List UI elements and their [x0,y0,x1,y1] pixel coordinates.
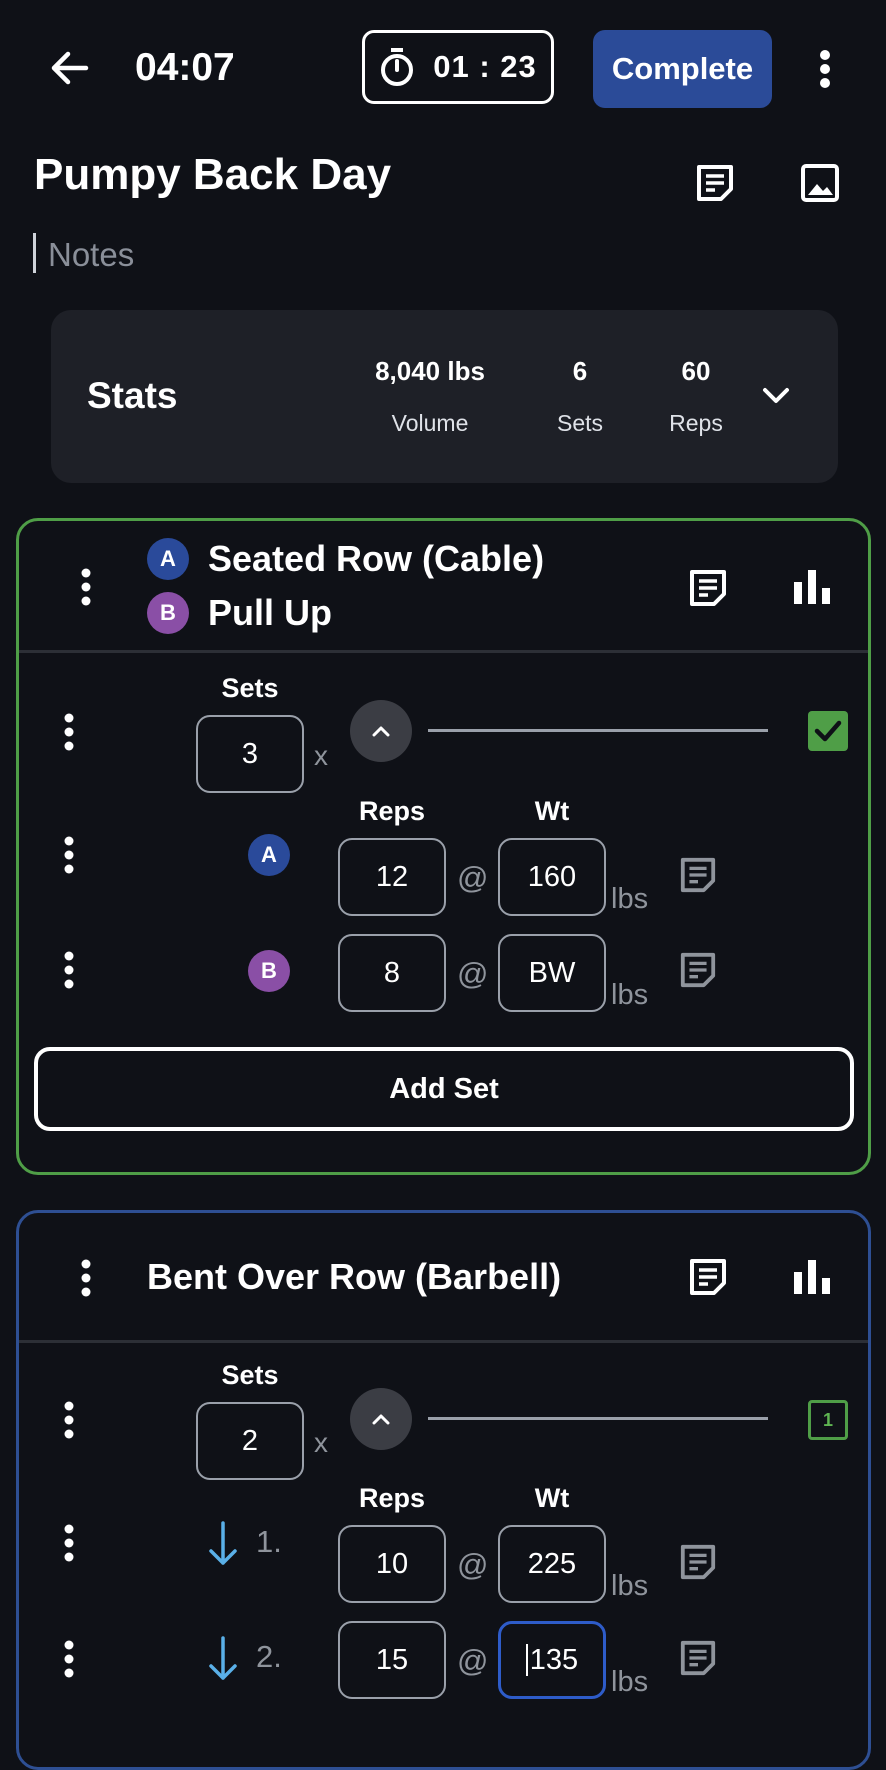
stat-sets-label: Sets [556,410,604,436]
notes-cursor [33,233,36,273]
stat-reps-value: 60 [681,356,711,386]
weight-input[interactable]: 160 [498,838,606,916]
weight-header: Wt [534,1483,570,1513]
elapsed-time: 04:07 [135,46,235,89]
add-set-button[interactable]: Add Set [34,1047,854,1131]
stat-reps-label: Reps [669,410,723,436]
arrow-down-icon [208,1636,238,1682]
drag-handle-icon[interactable] [63,951,75,989]
set-number: 1. [256,1524,282,1559]
reps-input[interactable]: 10 [338,1525,446,1603]
drag-handle-icon[interactable] [63,713,75,751]
exercise-complete-checkbox[interactable] [808,711,848,751]
set-note-icon[interactable] [679,1639,717,1677]
reps-input[interactable]: 12 [338,838,446,916]
sets-progress-line [428,729,768,732]
bar-chart-icon[interactable] [793,568,831,604]
weight-value: 135 [529,1643,579,1676]
sets-input[interactable]: 2 [196,1402,304,1480]
drag-handle-icon[interactable] [63,1401,75,1439]
set-note-icon[interactable] [679,1543,717,1581]
reps-header: Reps [358,1483,426,1513]
at-symbol: @ [457,1547,489,1582]
collapse-sets-button[interactable] [350,700,412,762]
superset-badge-b: B [147,592,189,634]
exercise-header-divider [19,1340,868,1343]
stats-label: Stats [87,375,178,416]
chevron-up-icon [371,724,391,738]
collapse-sets-button[interactable] [350,1388,412,1450]
arrow-down-icon [208,1521,238,1567]
drag-handle-icon[interactable] [63,1524,75,1562]
weight-unit: lbs [611,979,649,1011]
chevron-up-icon [371,1412,391,1426]
complete-button[interactable]: Complete [593,30,772,108]
exercise-header-divider [19,650,868,653]
at-symbol: @ [457,860,489,895]
at-symbol: @ [457,956,489,991]
sets-header: Sets [221,1360,279,1390]
weight-unit: lbs [611,1666,649,1698]
exercise-note-icon[interactable] [688,1257,728,1297]
workout-title[interactable]: Pumpy Back Day [34,150,391,200]
drag-handle-icon[interactable] [63,1640,75,1678]
sets-progress-line [428,1417,768,1420]
exercise-name-a[interactable]: Seated Row (Cable) [208,538,544,580]
exercise-name-b[interactable]: Pull Up [208,592,332,634]
sets-x-label: x [314,740,328,771]
bar-chart-icon[interactable] [793,1258,831,1294]
drag-handle-icon[interactable] [63,836,75,874]
stat-sets-value: 6 [572,356,588,386]
exercise-menu-icon[interactable] [80,1259,92,1297]
stopwatch-icon [379,47,415,87]
rest-timer-value: 01 : 23 [433,49,537,84]
set-badge-b: B [248,950,290,992]
set-note-icon[interactable] [679,951,717,989]
text-cursor [525,1644,528,1676]
reps-input[interactable]: 8 [338,934,446,1012]
notes-input[interactable]: Notes [48,236,134,274]
weight-header: Wt [534,796,570,826]
set-note-icon[interactable] [679,856,717,894]
sets-header: Sets [221,673,279,703]
exercise-note-icon[interactable] [688,568,728,608]
sets-x-label: x [314,1427,328,1458]
reps-header: Reps [358,796,426,826]
rest-timer-button[interactable]: 01 : 23 [362,30,554,104]
set-badge-a: A [248,834,290,876]
superset-badge-a: A [147,538,189,580]
chevron-down-icon[interactable] [762,386,790,406]
back-arrow-icon[interactable] [50,48,90,88]
completed-sets-badge[interactable]: 1 [808,1400,848,1440]
weight-input[interactable]: BW [498,934,606,1012]
workout-note-icon[interactable] [695,163,735,203]
reps-input[interactable]: 15 [338,1621,446,1699]
more-vert-icon[interactable] [818,49,832,89]
exercise-menu-icon[interactable] [80,568,92,606]
weight-unit: lbs [611,883,649,915]
weight-input[interactable]: 225 [498,1525,606,1603]
stat-volume-value: 8,040 lbs [375,356,485,386]
weight-unit: lbs [611,1570,649,1602]
image-icon[interactable] [800,163,840,203]
weight-input-focused[interactable]: 135 [498,1621,606,1699]
set-number: 2. [256,1639,282,1674]
exercise-name[interactable]: Bent Over Row (Barbell) [147,1256,561,1298]
stat-volume-label: Volume [391,410,469,436]
sets-input[interactable]: 3 [196,715,304,793]
at-symbol: @ [457,1643,489,1678]
